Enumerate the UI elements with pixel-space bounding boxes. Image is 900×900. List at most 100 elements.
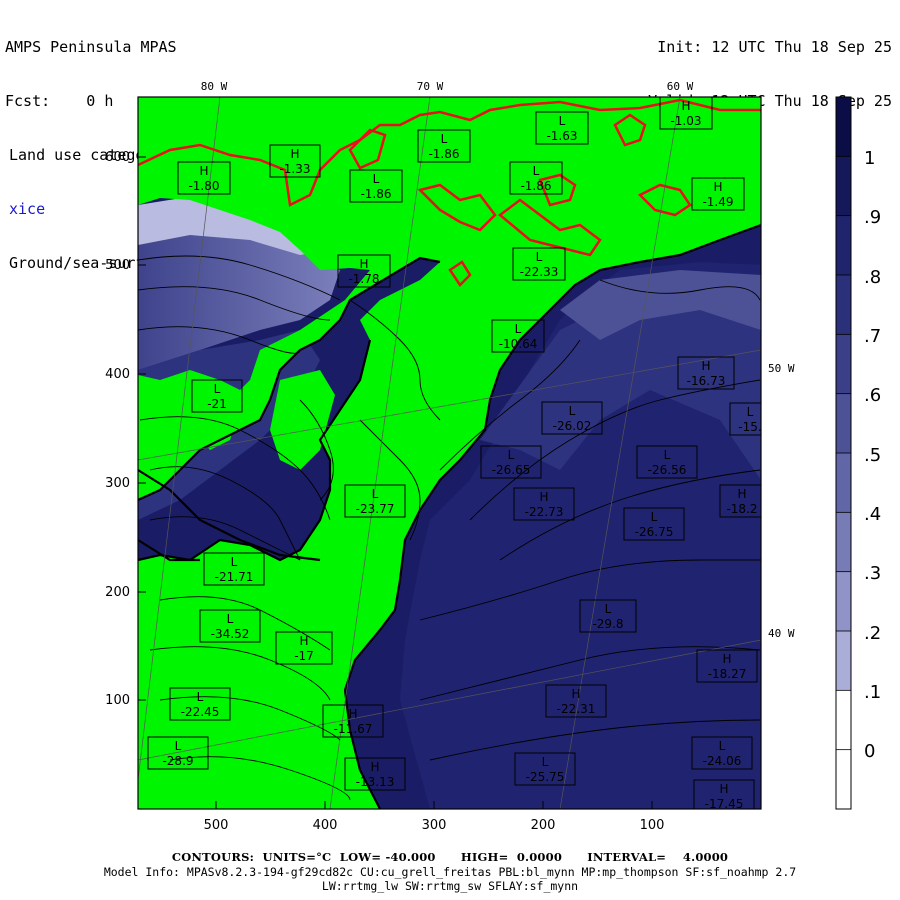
colorbar-segment [836,453,851,513]
hl-value: -21.71 [215,570,254,584]
hl-type: H [299,634,308,648]
contour-info: CONTOURS: UNITS=°C LOW= -40.000 HIGH= 0.… [171,850,729,864]
colorbar-label: .3 [864,563,881,584]
hl-value: -28.9 [162,754,193,768]
x-tick-label: 500 [204,818,229,833]
hl-type: L [373,172,380,186]
hl-type: L [227,612,234,626]
hl-type: H [719,782,728,796]
y-tick-label: 100 [105,693,130,708]
hl-type: L [569,404,576,418]
hl-value: -1.49 [702,195,733,209]
hl-value: -26.56 [648,463,687,477]
colorbar-label: .1 [864,682,881,703]
hl-type: L [536,250,543,264]
hl-type: L [559,114,566,128]
hl-value: -18.27 [708,667,747,681]
colorbar-segment [836,334,851,395]
hl-type: H [681,99,690,113]
hl-type: L [542,755,549,769]
hl-value: -11.67 [334,722,373,736]
x-tick-label: 400 [313,818,338,833]
hl-type: L [747,405,754,419]
colorbar-label: .8 [864,267,881,288]
hl-value: -25.75 [526,770,565,784]
colorbar [835,96,852,810]
hl-value: -15. [738,420,761,434]
hl-type: H [199,164,208,178]
colorbar-segment [836,631,851,691]
y-tick-label: 500 [105,258,130,273]
hl-type: H [737,487,746,501]
lon-label-80w: 80 W [201,80,228,93]
hl-value: -1.03 [670,114,701,128]
hl-type: H [701,359,710,373]
colorbar-segment [836,393,851,454]
hl-value: -13.13 [356,775,395,789]
hl-type: L [175,739,182,753]
hl-value: -29.8 [592,617,623,631]
colorbar-label: .2 [864,623,881,644]
hl-type: L [197,690,204,704]
hl-type: H [713,180,722,194]
colorbar-segment [836,156,851,217]
colorbar-segment [836,571,851,632]
hl-value: -26.65 [492,463,531,477]
hl-value: -1.86 [428,147,459,161]
hl-value: -10.64 [499,337,538,351]
hl-type: L [214,382,221,396]
model-info-physics: LW:rrtmg_lw SW:rrtmg_sw SFLAY:sf_mynn [321,879,579,893]
colorbar-labels: 1 .9 .8 .7 .6 .5 .4 .3 .2 .1 0 [864,148,881,762]
y-tick-label: 600 [105,150,130,165]
hl-type: H [722,652,731,666]
colorbar-label: .4 [864,504,881,525]
hl-type: L [664,448,671,462]
hl-type: H [290,147,299,161]
hl-value: -22.31 [557,702,596,716]
colorbar-label: .6 [864,385,881,406]
colorbar-segment [836,512,851,573]
model-info: Model Info: MPASv8.2.3-194-gf29cd82c CU:… [103,865,797,879]
map-canvas: H-1.33 H-1.80 L-1.86 L-1.86 L-1.63 H-1.0… [105,80,881,833]
x-tick-label: 300 [422,818,447,833]
map-plot-area: H-1.33 H-1.80 L-1.86 L-1.86 L-1.63 H-1.0… [138,97,761,809]
hl-value: -34.52 [211,627,250,641]
colorbar-label: .9 [864,207,881,228]
colorbar-label: .7 [864,326,881,347]
hl-value: -24.06 [703,754,742,768]
hl-type: L [508,448,515,462]
colorbar-label: 0 [864,741,875,762]
hl-value: -21 [207,397,227,411]
hl-type: H [539,490,548,504]
hl-value: -26.75 [635,525,674,539]
x-tick-label: 200 [531,818,556,833]
hl-value: -1.78 [348,272,379,286]
hl-value: -1.86 [360,187,391,201]
hl-type: L [441,132,448,146]
hl-value: -22.73 [525,505,564,519]
hl-value: -1.80 [188,179,219,193]
lat-label-40w: 40 W [768,627,795,640]
hl-value: -17 [294,649,314,663]
hl-value: -23.77 [356,502,395,516]
hl-type: L [719,739,726,753]
hl-value: -1.63 [546,129,577,143]
hl-value: -22.33 [520,265,559,279]
hl-type: L [372,487,379,501]
hl-type: H [571,687,580,701]
colorbar-segment [836,690,851,751]
hl-type: H [370,760,379,774]
hl-value: -16.73 [687,374,726,388]
lon-label-70w: 70 W [417,80,444,93]
x-tick-label: 100 [640,818,665,833]
colorbar-label: 1 [864,148,875,169]
y-tick-label: 200 [105,585,130,600]
y-tick-label: 300 [105,476,130,491]
colorbar-segment [836,97,851,157]
colorbar-segment [836,749,851,809]
hl-type: L [515,322,522,336]
colorbar-segment [836,275,851,335]
y-tick-label: 400 [105,367,130,382]
hl-type: L [231,555,238,569]
hl-type: L [651,510,658,524]
